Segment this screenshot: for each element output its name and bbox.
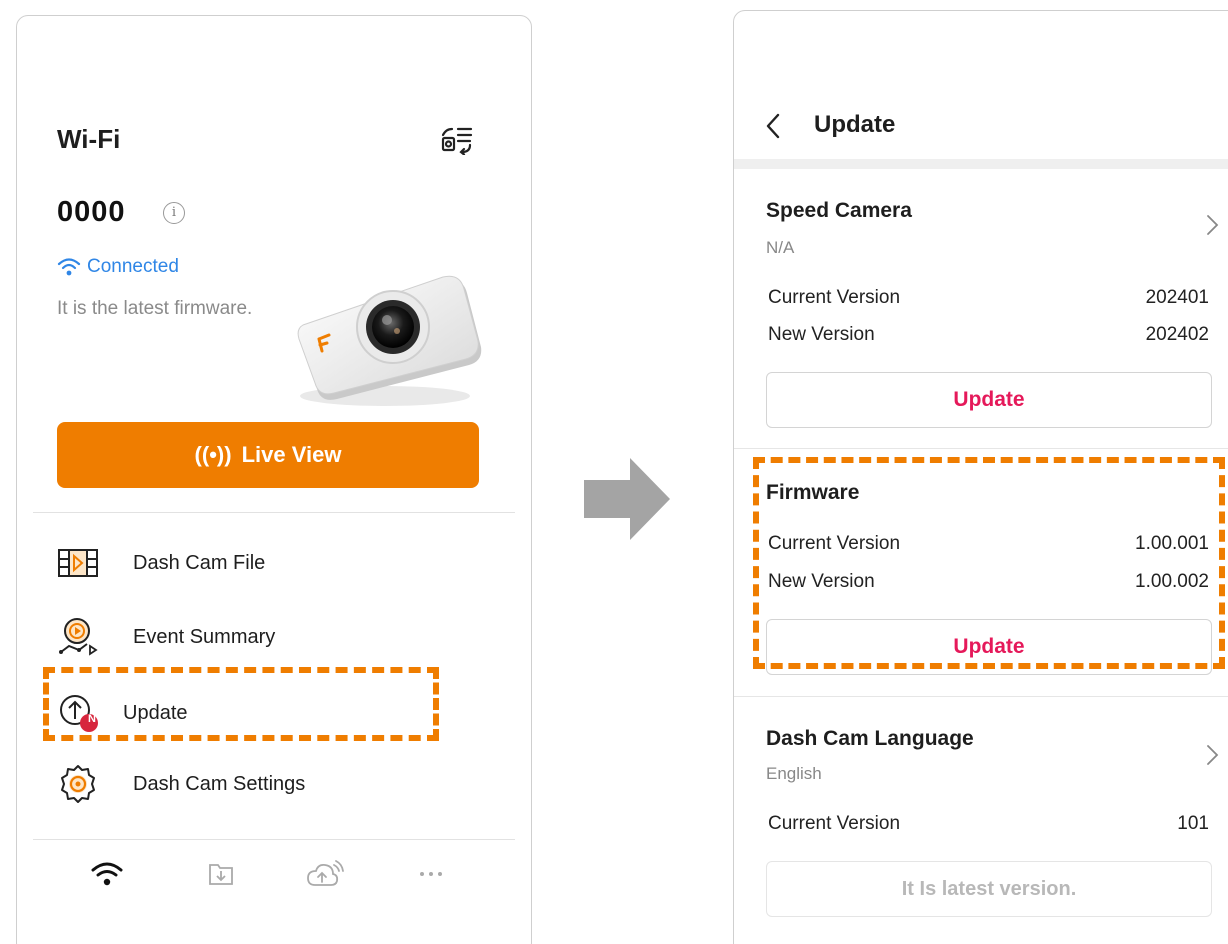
menu-item-event-summary[interactable]: Event Summary	[57, 614, 275, 660]
dash-cam-illustration	[297, 275, 482, 406]
back-button[interactable]	[758, 109, 788, 143]
live-view-label: Live View	[241, 442, 342, 467]
connection-status-label: Connected	[87, 256, 179, 277]
chevron-right-icon[interactable]	[1202, 742, 1222, 768]
section-separator	[734, 159, 1228, 169]
divider	[33, 839, 515, 840]
download-folder-icon	[209, 864, 233, 885]
highlight-update-box	[43, 667, 439, 741]
new-version-label: New Version	[768, 324, 875, 345]
film-file-icon	[58, 549, 98, 577]
arrow-right-icon	[584, 458, 670, 540]
highlight-firmware-box	[753, 457, 1225, 669]
menu-label: Dash Cam File	[133, 551, 266, 574]
language-current-version-label: Current Version	[768, 813, 901, 834]
cloud-upload-icon	[307, 860, 344, 886]
connection-status: Connected	[57, 256, 179, 278]
broadcast-icon: ((•))	[194, 442, 232, 467]
current-version-label: Current Version	[768, 287, 901, 308]
divider	[33, 512, 515, 513]
page-title: Update	[814, 111, 896, 138]
divider	[734, 448, 1228, 449]
tab-bar	[17, 854, 531, 900]
tab-wifi[interactable]	[85, 854, 129, 894]
menu-item-dash-cam-settings[interactable]: Dash Cam Settings	[57, 761, 305, 807]
wifi-icon	[91, 862, 123, 886]
device-name: 0000	[57, 196, 126, 228]
wifi-connected-icon	[57, 258, 81, 276]
latest-version-button: It Is latest version.	[766, 861, 1212, 917]
language-subtitle: English	[766, 764, 822, 783]
update-screen: Update Speed Camera N/A Current Version …	[733, 10, 1228, 944]
home-screen: Wi-Fi 0000 i Connected It is the latest …	[16, 15, 532, 944]
language-title: Dash Cam Language	[766, 727, 974, 750]
more-icon	[420, 872, 442, 876]
current-version-value: 202401	[1145, 287, 1209, 308]
menu-label: Dash Cam Settings	[133, 772, 306, 795]
speed-camera-subtitle: N/A	[766, 238, 795, 257]
info-icon[interactable]: i	[163, 202, 185, 224]
chevron-right-icon[interactable]	[1202, 212, 1222, 238]
menu-label: Event Summary	[133, 625, 276, 648]
live-view-button[interactable]: ((•)) Live View	[57, 422, 479, 488]
speed-camera-title: Speed Camera	[766, 199, 912, 222]
tab-downloads[interactable]	[199, 854, 243, 894]
chevron-left-icon	[766, 113, 780, 139]
divider	[734, 696, 1228, 697]
tab-cloud[interactable]	[303, 854, 347, 894]
firmware-status: It is the latest firmware.	[57, 298, 253, 319]
speed-camera-update-button[interactable]: Update	[766, 372, 1212, 428]
new-version-value: 202402	[1145, 324, 1209, 345]
page-title: Wi-Fi	[57, 124, 121, 154]
settings-gear-icon	[61, 765, 95, 803]
event-play-icon	[59, 618, 98, 656]
tab-more[interactable]	[409, 854, 453, 894]
language-current-version-value: 101	[1177, 813, 1209, 834]
camera-list-icon[interactable]	[440, 125, 474, 155]
menu-item-dash-cam-file[interactable]: Dash Cam File	[57, 540, 265, 586]
